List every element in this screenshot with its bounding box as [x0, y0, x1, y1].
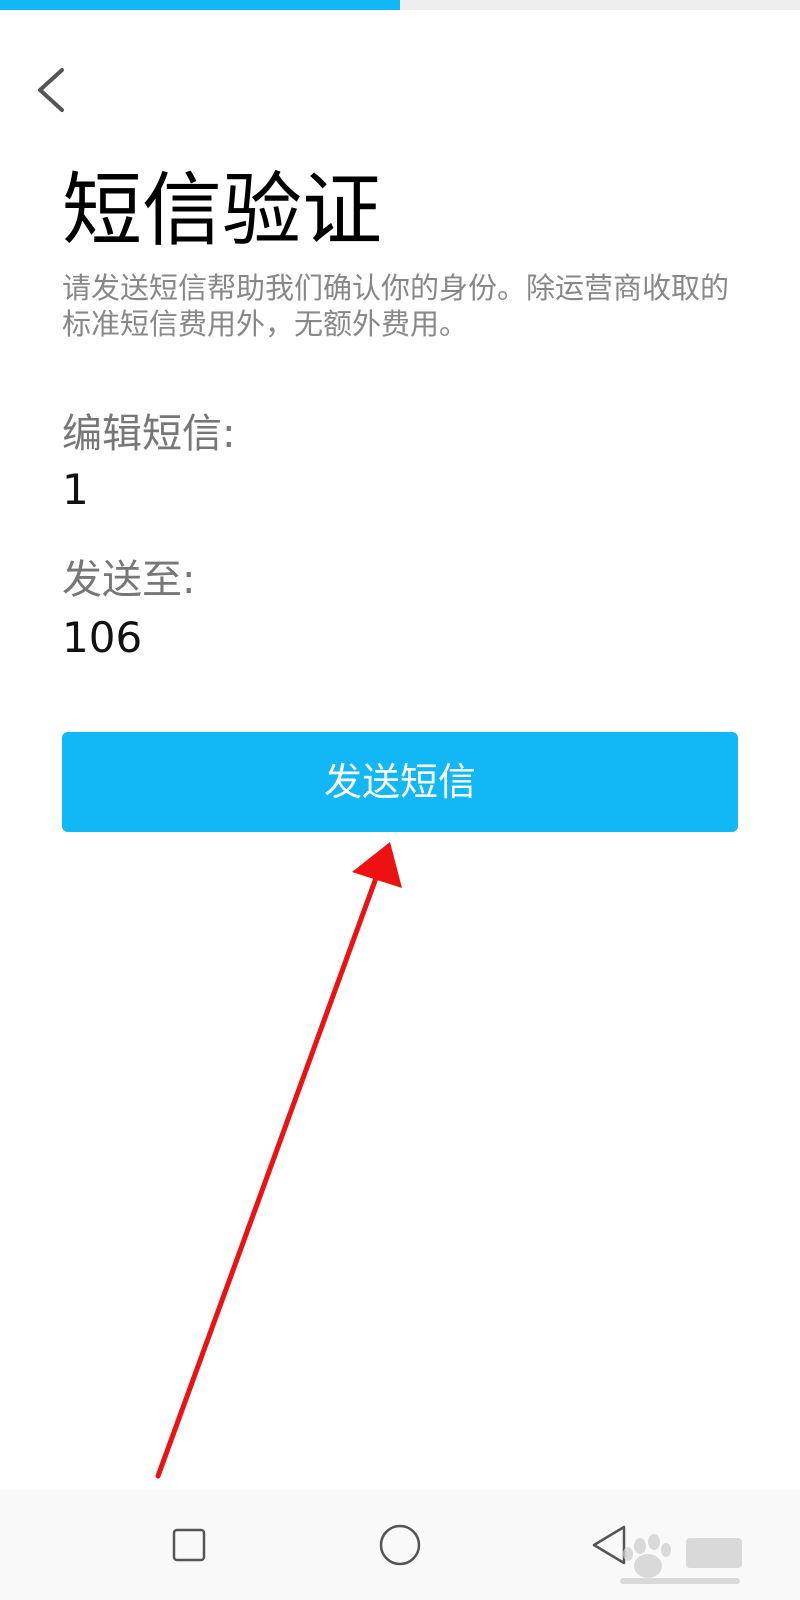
sms-content-value: 1: [62, 465, 89, 514]
recent-apps-button[interactable]: [156, 1512, 222, 1578]
chevron-left-icon: [38, 68, 64, 112]
sms-content-label: 编辑短信:: [62, 411, 236, 457]
back-button[interactable]: [28, 62, 76, 118]
annotation-arrow-line: [155, 875, 379, 1479]
recent-apps-icon: [172, 1528, 206, 1562]
sms-verification-screen: 短信验证 请发送短信帮助我们确认你的身份。除运营商收取的标准短信费用外，无额外费…: [0, 0, 800, 1600]
home-button[interactable]: [367, 1512, 433, 1578]
send-to-label: 发送至:: [62, 557, 196, 603]
progress-bar-fill: [0, 0, 400, 10]
annotation-arrow-head: [352, 842, 402, 888]
send-sms-button[interactable]: 发送短信: [62, 732, 738, 832]
progress-bar: [0, 0, 800, 10]
page-title: 短信验证: [62, 164, 382, 257]
send-to-value: 106: [62, 613, 143, 662]
watermark-logo: [620, 1534, 742, 1584]
home-icon: [379, 1524, 421, 1566]
page-description: 请发送短信帮助我们确认你的身份。除运营商收取的标准短信费用外，无额外费用。: [62, 271, 730, 341]
